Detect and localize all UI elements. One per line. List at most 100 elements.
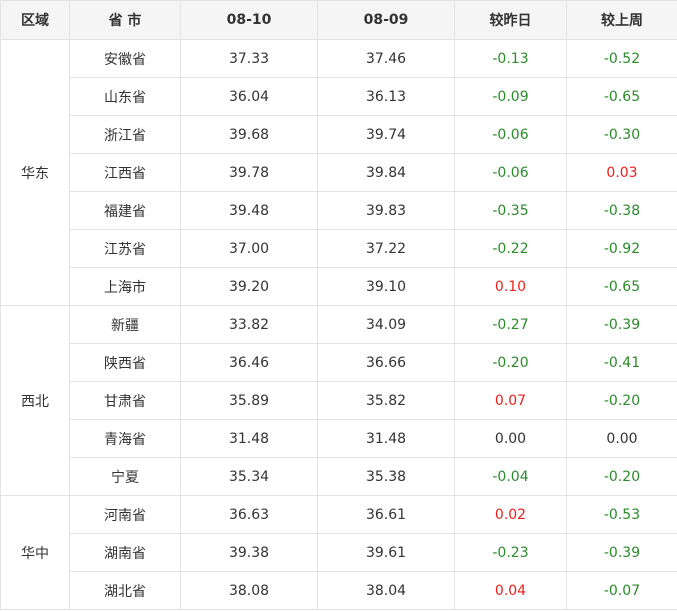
price-date-2-cell: 34.09 [317, 305, 455, 344]
table-row: 福建省 39.48 39.83 -0.35 -0.38 [1, 191, 677, 230]
province-cell: 青海省 [69, 419, 181, 458]
change-vs-yesterday-cell: -0.13 [454, 39, 567, 78]
province-cell: 湖北省 [69, 571, 181, 610]
table-row: 陕西省 36.46 36.66 -0.20 -0.41 [1, 343, 677, 382]
price-date-1-cell: 35.34 [180, 457, 318, 496]
table-row: 西北 新疆 33.82 34.09 -0.27 -0.39 [0, 305, 677, 496]
province-cell: 江西省 [69, 153, 181, 192]
price-date-2-cell: 39.61 [317, 533, 455, 572]
price-date-2-cell: 36.13 [317, 77, 455, 116]
table-row: 江西省 39.78 39.84 -0.06 0.03 [1, 153, 677, 192]
table-row: 山东省 36.04 36.13 -0.09 -0.65 [1, 77, 677, 116]
region-cell: 华中 [0, 495, 70, 610]
price-date-2-cell: 37.46 [317, 39, 455, 78]
table-row: 江苏省 37.00 37.22 -0.22 -0.92 [1, 229, 677, 268]
price-date-2-cell: 35.82 [317, 381, 455, 420]
change-vs-last-week-cell: -0.65 [566, 77, 677, 116]
header-region: 区域 [0, 0, 70, 40]
price-date-2-cell: 39.84 [317, 153, 455, 192]
price-date-1-cell: 36.46 [180, 343, 318, 382]
region-cell: 华东 [0, 39, 70, 306]
province-cell: 湖南省 [69, 533, 181, 572]
province-cell: 福建省 [69, 191, 181, 230]
region-cell: 西北 [0, 305, 70, 496]
change-vs-yesterday-cell: 0.02 [454, 495, 567, 534]
table-row: 甘肃省 35.89 35.82 0.07 -0.20 [1, 381, 677, 420]
change-vs-last-week-cell: -0.38 [566, 191, 677, 230]
price-date-2-cell: 39.74 [317, 115, 455, 154]
province-cell: 山东省 [69, 77, 181, 116]
price-date-1-cell: 37.00 [180, 229, 318, 268]
change-vs-yesterday-cell: -0.20 [454, 343, 567, 382]
change-vs-last-week-cell: -0.65 [566, 267, 677, 306]
change-vs-yesterday-cell: -0.09 [454, 77, 567, 116]
table-row: 上海市 39.20 39.10 0.10 -0.65 [1, 267, 677, 306]
header-vs-last-week: 较上周 [566, 0, 677, 40]
change-vs-yesterday-cell: -0.35 [454, 191, 567, 230]
change-vs-last-week-cell: -0.20 [566, 457, 677, 496]
change-vs-last-week-cell: 0.03 [566, 153, 677, 192]
price-date-1-cell: 35.89 [180, 381, 318, 420]
table-row: 宁夏 35.34 35.38 -0.04 -0.20 [1, 457, 677, 496]
header-date-1: 08-10 [180, 0, 318, 40]
header-date-2: 08-09 [317, 0, 455, 40]
province-cell: 安徽省 [69, 39, 181, 78]
change-vs-yesterday-cell: 0.07 [454, 381, 567, 420]
province-cell: 河南省 [69, 495, 181, 534]
change-vs-last-week-cell: -0.53 [566, 495, 677, 534]
province-cell: 新疆 [69, 305, 181, 344]
price-date-1-cell: 39.78 [180, 153, 318, 192]
change-vs-last-week-cell: -0.39 [566, 305, 677, 344]
province-cell: 陕西省 [69, 343, 181, 382]
table-body: 华东 安徽省 37.33 37.46 -0.13 -0.52 山东省 36.04 36.13 -0… [0, 39, 677, 610]
price-date-1-cell: 36.04 [180, 77, 318, 116]
price-date-2-cell: 35.38 [317, 457, 455, 496]
change-vs-last-week-cell: -0.92 [566, 229, 677, 268]
change-vs-yesterday-cell: -0.06 [454, 153, 567, 192]
price-date-2-cell: 31.48 [317, 419, 455, 458]
change-vs-last-week-cell: -0.52 [566, 39, 677, 78]
change-vs-last-week-cell: 0.00 [566, 419, 677, 458]
table-row: 华中 河南省 36.63 36.61 0.02 -0.53 [0, 495, 677, 610]
price-date-1-cell: 37.33 [180, 39, 318, 78]
province-cell: 江苏省 [69, 229, 181, 268]
table-row: 华东 安徽省 37.33 37.46 -0.13 -0.52 [0, 39, 677, 306]
price-date-1-cell: 39.68 [180, 115, 318, 154]
change-vs-yesterday-cell: 0.00 [454, 419, 567, 458]
price-date-2-cell: 39.83 [317, 191, 455, 230]
change-vs-yesterday-cell: -0.06 [454, 115, 567, 154]
province-cell: 浙江省 [69, 115, 181, 154]
price-date-1-cell: 39.38 [180, 533, 318, 572]
price-date-1-cell: 39.48 [180, 191, 318, 230]
price-date-2-cell: 38.04 [317, 571, 455, 610]
price-date-2-cell: 36.61 [317, 495, 455, 534]
change-vs-yesterday-cell: 0.04 [454, 571, 567, 610]
change-vs-yesterday-cell: 0.10 [454, 267, 567, 306]
table-row: 湖北省 38.08 38.04 0.04 -0.07 [1, 571, 677, 610]
change-vs-yesterday-cell: -0.23 [454, 533, 567, 572]
change-vs-yesterday-cell: -0.27 [454, 305, 567, 344]
header-vs-yesterday: 较昨日 [454, 0, 567, 40]
change-vs-last-week-cell: -0.41 [566, 343, 677, 382]
price-date-1-cell: 39.20 [180, 267, 318, 306]
change-vs-yesterday-cell: -0.04 [454, 457, 567, 496]
price-date-2-cell: 36.66 [317, 343, 455, 382]
province-cell: 甘肃省 [69, 381, 181, 420]
province-cell: 宁夏 [69, 457, 181, 496]
price-date-1-cell: 38.08 [180, 571, 318, 610]
change-vs-last-week-cell: -0.07 [566, 571, 677, 610]
table-row: 青海省 31.48 31.48 0.00 0.00 [1, 419, 677, 458]
header-province: 省 市 [69, 0, 181, 40]
table-row: 湖南省 39.38 39.61 -0.23 -0.39 [1, 533, 677, 572]
price-table: 区域 省 市 08-10 08-09 较昨日 较上周 华东 安徽省 37.33 37.… [0, 0, 677, 610]
change-vs-last-week-cell: -0.30 [566, 115, 677, 154]
price-date-2-cell: 39.10 [317, 267, 455, 306]
table-row: 浙江省 39.68 39.74 -0.06 -0.30 [1, 115, 677, 154]
change-vs-last-week-cell: -0.20 [566, 381, 677, 420]
price-date-1-cell: 36.63 [180, 495, 318, 534]
price-date-1-cell: 33.82 [180, 305, 318, 344]
province-cell: 上海市 [69, 267, 181, 306]
price-date-2-cell: 37.22 [317, 229, 455, 268]
change-vs-yesterday-cell: -0.22 [454, 229, 567, 268]
header-row: 区域 省 市 08-10 08-09 较昨日 较上周 [0, 0, 677, 40]
